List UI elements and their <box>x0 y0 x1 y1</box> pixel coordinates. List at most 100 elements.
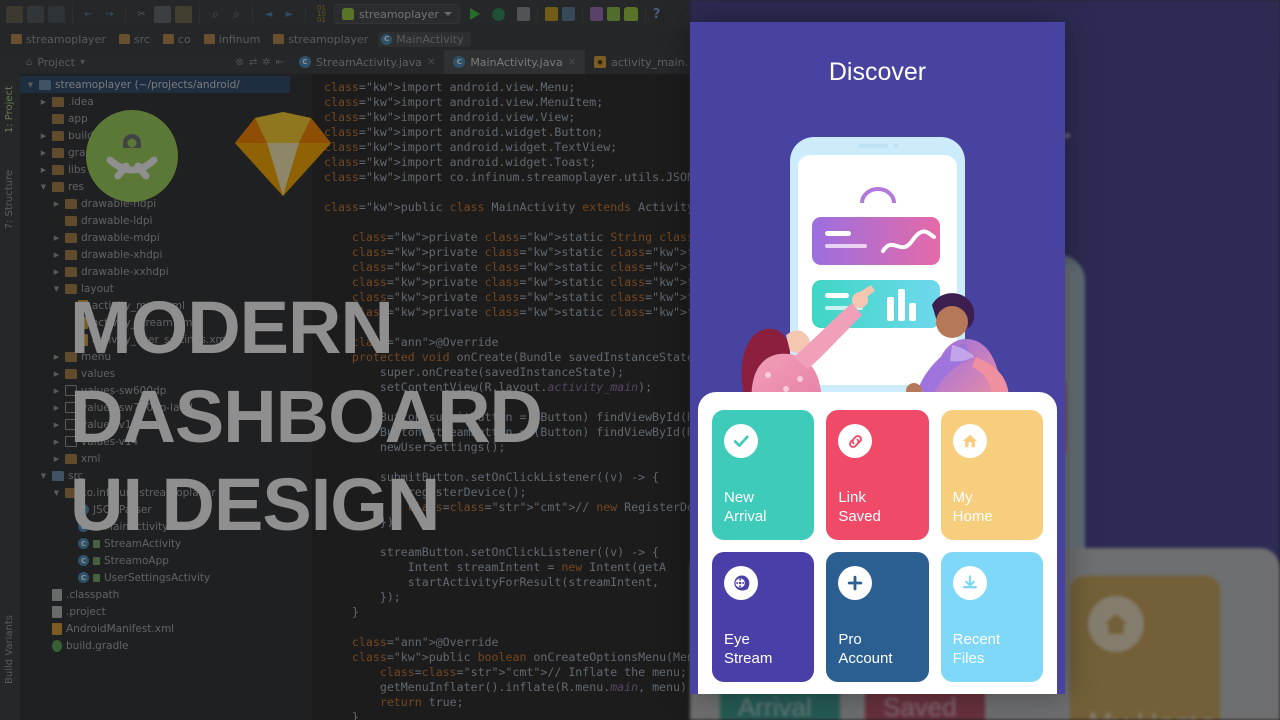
save-all-icon[interactable] <box>27 5 44 23</box>
tile-eye-stream[interactable]: Eye Stream <box>712 552 815 682</box>
chevron-right-icon[interactable]: ▶ <box>52 353 61 361</box>
tile-new-arrival[interactable]: New Arrival <box>712 410 815 540</box>
run-configuration-selector[interactable]: streamoplayer <box>334 4 460 24</box>
expand-icon[interactable]: ⇄ <box>249 57 257 68</box>
tree-item[interactable]: ▶ drawable-xhdpi <box>20 246 290 263</box>
paste-icon[interactable] <box>175 5 192 23</box>
chevron-right-icon[interactable]: ▶ <box>52 455 61 463</box>
chevron-right-icon[interactable]: ▶ <box>52 200 61 208</box>
tree-item-label: libs <box>68 163 86 176</box>
breadcrumb-item[interactable]: infinum <box>201 32 268 47</box>
chevron-right-icon[interactable]: ▶ <box>39 149 48 157</box>
breadcrumb-item[interactable]: streamoplayer <box>270 32 375 47</box>
tree-item[interactable]: ▼ streamoplayer (~/projects/android/ <box>20 76 290 93</box>
tree-item[interactable]: drawable-ldpi <box>20 212 290 229</box>
tree-item[interactable]: AndroidManifest.xml <box>20 620 290 637</box>
chevron-down-icon[interactable] <box>443 12 452 16</box>
film-reel-icon <box>724 566 758 600</box>
breadcrumb-item-class[interactable]: C MainActivity <box>378 31 471 47</box>
chevron-right-icon[interactable]: ▶ <box>52 234 61 242</box>
forward-navigate-icon[interactable]: ► <box>281 6 298 23</box>
link-icon <box>838 424 873 458</box>
tree-item[interactable]: .classpath <box>20 586 290 603</box>
chevron-right-icon[interactable]: ▶ <box>52 404 61 412</box>
chevron-right-icon[interactable]: ▶ <box>52 421 61 429</box>
chevron-right-icon[interactable]: ▶ <box>52 268 61 276</box>
tree-item[interactable]: .project <box>20 603 290 620</box>
sync-icon[interactable] <box>48 5 65 23</box>
tree-item[interactable]: build.gradle <box>20 637 290 654</box>
copy-icon[interactable] <box>154 5 171 23</box>
chevron-right-icon[interactable]: ▶ <box>52 370 61 378</box>
chevron-right-icon[interactable]: ▶ <box>52 387 61 395</box>
folder-icon <box>11 34 22 44</box>
coverage-icon[interactable] <box>516 7 530 21</box>
breadcrumb-item[interactable]: co <box>160 32 198 47</box>
close-icon[interactable]: ✕ <box>568 57 576 68</box>
chevron-down-icon[interactable]: ▼ <box>39 183 48 191</box>
chevron-right-icon[interactable]: ▶ <box>39 98 48 106</box>
java-class-icon: C <box>299 56 311 68</box>
tab-activity-main-xml[interactable]: ◆ activity_main. <box>585 50 697 74</box>
tile-pro-account[interactable]: Pro Account <box>826 552 929 682</box>
chevron-right-icon[interactable]: ▶ <box>52 251 61 259</box>
tile-my-home[interactable]: My Home <box>940 410 1043 540</box>
folder-icon <box>52 181 64 192</box>
sidebar-tab-structure[interactable]: 7: Structure <box>4 170 15 229</box>
background-tile-label: My Home <box>1088 707 1216 720</box>
toolbar-divider <box>199 5 200 23</box>
chevron-down-icon[interactable]: ▼ <box>52 285 61 293</box>
back-navigate-icon[interactable]: ◄ <box>260 6 277 23</box>
chevron-down-icon[interactable]: ▼ <box>52 489 61 497</box>
open-folder-icon[interactable] <box>6 5 23 23</box>
chevron-down-icon[interactable]: ▼ <box>26 81 35 89</box>
search-icon[interactable]: ⌕ <box>207 6 224 23</box>
tile-label: Link Saved <box>838 489 881 525</box>
tree-item[interactable]: C UserSettingsActivity <box>20 569 290 586</box>
tree-item[interactable]: ▶ drawable-xxhdpi <box>20 263 290 280</box>
settings-gear-icon[interactable]: ✲ <box>262 57 270 68</box>
breadcrumb-item[interactable]: streamoplayer <box>8 32 113 47</box>
tree-item-label: .idea <box>68 95 94 108</box>
tab-main-activity[interactable]: C MainActivity.java ✕ <box>444 50 586 74</box>
tile-label: Recent Files <box>952 631 1001 667</box>
chevron-right-icon[interactable]: ▶ <box>52 438 61 446</box>
tree-item[interactable]: ▶ .idea <box>20 93 290 110</box>
chevron-down-icon[interactable]: ▼ <box>39 472 48 480</box>
toolbar-divider <box>644 5 646 23</box>
collapse-all-icon[interactable]: ⊗ <box>235 57 243 68</box>
folder-icon <box>65 266 77 277</box>
folder-icon <box>52 113 64 124</box>
avd-manager-icon[interactable] <box>561 7 575 21</box>
java-class-icon: C <box>78 572 89 583</box>
java-class-icon: C <box>453 56 466 68</box>
chevron-right-icon[interactable]: ▶ <box>39 166 48 174</box>
android-device-icon[interactable] <box>589 7 603 21</box>
redo-icon[interactable]: → <box>101 6 118 23</box>
tab-stream-activity[interactable]: C StreamActivity.java ✕ <box>290 50 444 74</box>
hide-panel-icon[interactable]: ⇤ <box>276 57 284 68</box>
android-monitor-icon[interactable] <box>623 7 638 21</box>
sidebar-tab-build-variants[interactable]: Build Variants <box>4 615 15 684</box>
binary-icon[interactable]: 01 10 01 <box>313 5 330 24</box>
close-icon[interactable]: ✕ <box>427 57 435 68</box>
tile-label: New Arrival <box>724 489 767 525</box>
chevron-down-icon[interactable]: ▾ <box>80 57 85 68</box>
project-panel-title: Project <box>37 55 75 69</box>
tree-item-label: res <box>68 180 85 193</box>
help-icon[interactable]: ? <box>653 7 661 22</box>
chevron-right-icon[interactable]: ▶ <box>39 132 48 140</box>
find-replace-icon[interactable]: ⌕ <box>228 6 245 23</box>
build-icon[interactable] <box>544 7 558 21</box>
tree-item[interactable]: ▶ drawable-mdpi <box>20 229 290 246</box>
breadcrumb-item[interactable]: src <box>116 32 157 47</box>
undo-icon[interactable]: ← <box>80 6 97 23</box>
run-icon[interactable] <box>469 8 480 20</box>
cut-icon[interactable]: ✂ <box>133 6 150 23</box>
sidebar-tab-project[interactable]: 1: Project <box>4 86 15 133</box>
debug-icon[interactable] <box>491 7 505 21</box>
tile-link-saved[interactable]: Link Saved <box>826 410 929 540</box>
tab-label: activity_main. <box>611 55 689 69</box>
sdk-manager-icon[interactable] <box>606 7 620 21</box>
tile-recent-files[interactable]: Recent Files <box>940 552 1043 682</box>
